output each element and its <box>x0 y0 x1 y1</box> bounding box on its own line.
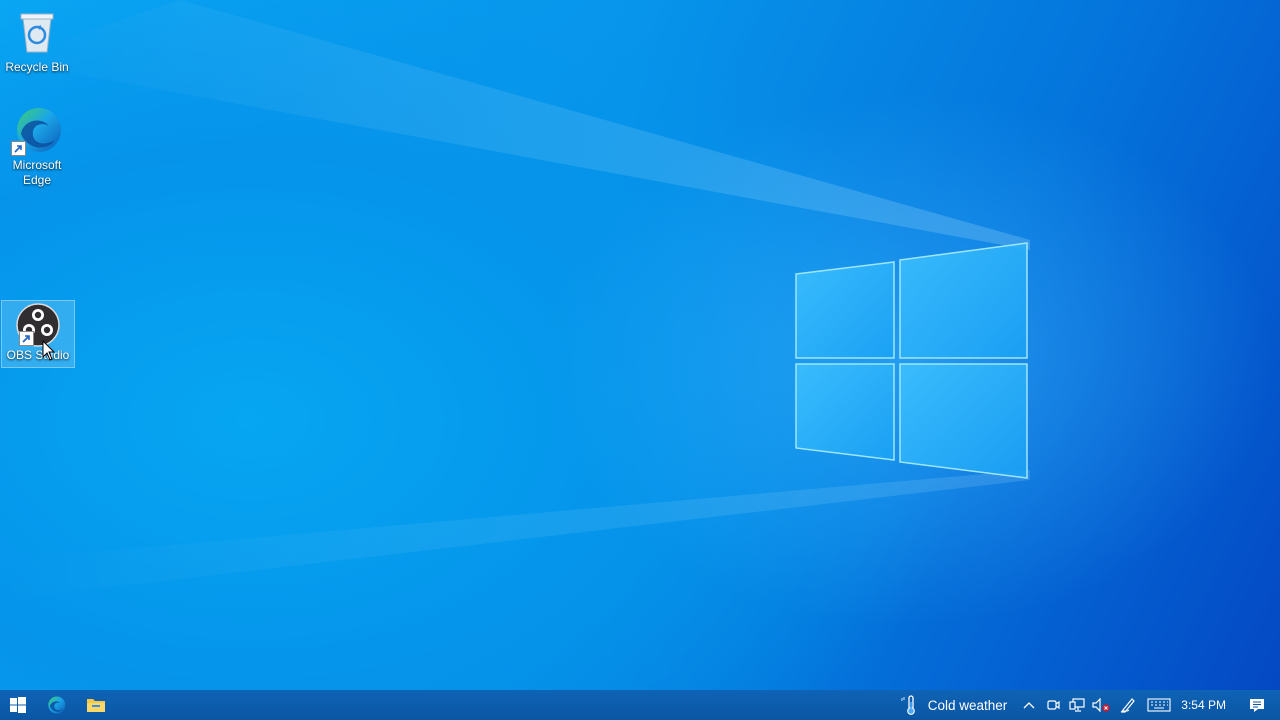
pen-workspace-button[interactable] <box>1113 690 1143 720</box>
thermometer-icon <box>901 695 915 715</box>
taskbar-file-explorer-button[interactable] <box>76 690 116 720</box>
network-icon <box>1069 698 1085 712</box>
pen-icon <box>1120 698 1136 713</box>
mouse-cursor-icon <box>42 340 56 361</box>
weather-widget-button[interactable] <box>896 690 922 720</box>
camera-icon <box>1047 700 1060 710</box>
start-button[interactable] <box>0 690 36 720</box>
notifications-icon <box>1250 699 1264 712</box>
shortcut-arrow-icon <box>11 141 26 156</box>
folder-icon <box>87 699 105 712</box>
keyboard-icon <box>1147 698 1171 712</box>
taskbar-clock[interactable]: 3:54 PM <box>1181 698 1226 712</box>
action-center-button[interactable] <box>1236 690 1278 720</box>
desktop[interactable]: Recycle Bin Microsoft Edge OBS Studio <box>0 0 1280 690</box>
edge-icon <box>48 696 66 714</box>
desktop-icon-microsoft-edge[interactable]: Microsoft Edge <box>1 100 73 188</box>
volume-button[interactable] <box>1089 690 1113 720</box>
meet-now-button[interactable] <box>1041 690 1065 720</box>
edge-icon <box>11 104 63 156</box>
desktop-icon-label: OBS Studio <box>6 348 70 362</box>
recycle-bin-icon <box>11 6 63 58</box>
desktop-icon-recycle-bin[interactable]: Recycle Bin <box>1 2 73 75</box>
taskbar-edge-button[interactable] <box>36 690 76 720</box>
desktop-icon-label: Microsoft Edge <box>12 158 62 187</box>
touch-keyboard-button[interactable] <box>1143 690 1175 720</box>
show-hidden-icons-button[interactable] <box>1017 690 1041 720</box>
chevron-up-icon <box>1023 702 1035 709</box>
windows-start-icon <box>10 697 26 713</box>
weather-text[interactable]: Cold weather <box>928 698 1008 713</box>
wallpaper-light-beams <box>0 0 1030 600</box>
windows-logo-wallpaper <box>795 242 1028 479</box>
shortcut-arrow-icon <box>19 331 34 346</box>
network-button[interactable] <box>1065 690 1089 720</box>
volume-muted-icon <box>1092 698 1110 712</box>
desktop-icon-label: Recycle Bin <box>5 60 69 74</box>
desktop-icon-obs-studio[interactable]: OBS Studio <box>1 300 75 368</box>
taskbar: Cold weather 3:54 PM <box>0 690 1280 720</box>
system-tray: Cold weather 3:54 PM <box>896 690 1280 720</box>
